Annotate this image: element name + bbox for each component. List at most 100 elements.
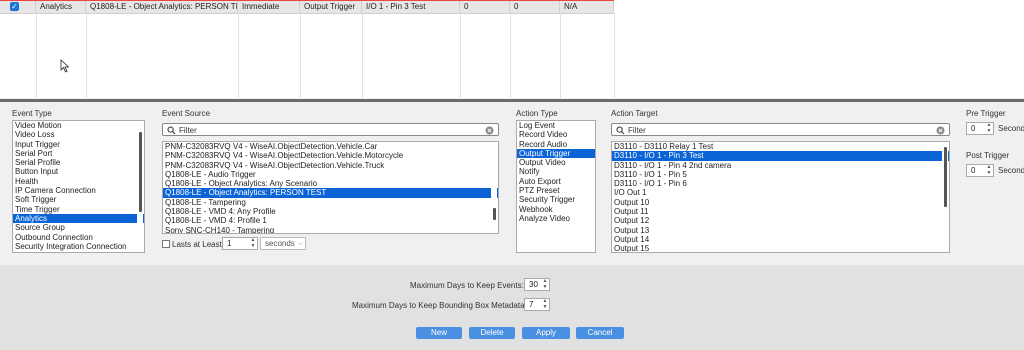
event-type-label: Event Type — [12, 109, 52, 118]
max-days-events-spinner[interactable]: 30 ▲ ▼ — [524, 278, 550, 291]
action-type-item[interactable]: PTZ Preset — [517, 186, 595, 195]
event-source-item[interactable]: PNM-C32083RVQ V4 - WiseAI.ObjectDetectio… — [163, 151, 498, 160]
event-source-item[interactable]: Q1808-LE - VMD 4: Profile 1 — [163, 216, 498, 225]
lasts-duration-spinner[interactable]: 1 ▲ ▼ — [222, 237, 258, 250]
event-type-item[interactable]: Security Integration Connection — [13, 242, 144, 251]
action-type-item[interactable]: Record Audio — [517, 140, 595, 149]
action-type-item[interactable]: Webhook — [517, 205, 595, 214]
lasts-at-least-label: Lasts at Least — [172, 240, 222, 249]
max-days-events-label: Maximum Days to Keep Events: — [410, 281, 524, 290]
action-target-item[interactable]: Output 12 — [612, 216, 949, 225]
apply-button[interactable]: Apply — [522, 327, 570, 339]
column-divider — [510, 13, 511, 98]
max-days-bbox-value: 7 — [529, 300, 534, 309]
table-row[interactable]: ✓ Analytics Q1808-LE - Object Analytics:… — [0, 0, 614, 14]
action-type-item[interactable]: Security Trigger — [517, 195, 595, 204]
action-target-item[interactable]: I/O Out 1 — [612, 188, 949, 197]
max-days-bbox-spinner[interactable]: 7 ▲ ▼ — [524, 298, 550, 311]
spinner-arrows-icon[interactable]: ▲ ▼ — [249, 237, 257, 249]
event-type-item[interactable]: IP Camera Connection — [13, 186, 144, 195]
event-type-item[interactable]: Video Loss — [13, 130, 144, 139]
event-type-item[interactable]: Button Input — [13, 167, 144, 176]
delete-button[interactable]: Delete — [469, 327, 515, 339]
event-source-item[interactable]: PNM-C32083RVQ V4 - WiseAI.ObjectDetectio… — [163, 142, 498, 151]
column-divider — [300, 13, 301, 98]
event-type-scrollbar[interactable] — [137, 122, 143, 251]
action-target-item[interactable]: Output 13 — [612, 226, 949, 235]
post-trigger-label: Post Trigger — [966, 151, 1010, 160]
pre-trigger-value: 0 — [971, 124, 976, 133]
action-target-item[interactable]: D3110 - I/O 1 - Pin 3 Test — [612, 151, 949, 161]
clear-icon[interactable] — [936, 126, 945, 135]
filter-placeholder: Filter — [179, 126, 197, 135]
row-cell-extra: N/A — [560, 0, 614, 13]
cancel-button[interactable]: Cancel — [576, 327, 624, 339]
action-target-filter[interactable]: Filter — [611, 123, 950, 136]
action-type-item[interactable]: Analyze Video — [517, 214, 595, 223]
table-empty-area — [614, 0, 1024, 98]
spinner-arrows-icon[interactable]: ▲ ▼ — [985, 164, 993, 176]
event-source-filter[interactable]: Filter — [162, 123, 499, 136]
search-icon — [616, 126, 625, 135]
event-type-item[interactable]: Health — [13, 177, 144, 186]
event-type-item[interactable]: Time Trigger — [13, 205, 144, 214]
lasts-duration-value: 1 — [227, 239, 232, 248]
action-target-list[interactable]: D3110 - D3110 Relay 1 Test D3110 - I/O 1 … — [611, 141, 950, 253]
event-type-list[interactable]: Video Motion Video Loss Input Trigger Seria… — [12, 120, 145, 253]
event-source-item[interactable]: Q1808-LE - Object Analytics: PERSON TEST — [163, 188, 498, 198]
event-source-item[interactable]: Q1808-LE - Audio Trigger — [163, 170, 498, 179]
action-type-item[interactable]: Record Video — [517, 130, 595, 139]
post-trigger-spinner[interactable]: 0 ▲ ▼ — [966, 164, 994, 177]
spinner-arrows-icon[interactable]: ▲ ▼ — [541, 278, 549, 290]
event-type-item[interactable]: Input Trigger — [13, 140, 144, 149]
post-trigger-value: 0 — [971, 166, 976, 175]
action-target-item[interactable]: Output 15 — [612, 244, 949, 252]
action-target-item[interactable]: D3110 - D3110 Relay 1 Test — [612, 142, 949, 151]
filter-placeholder: Filter — [628, 126, 646, 135]
event-source-scrollbar[interactable] — [491, 143, 497, 232]
column-divider — [36, 13, 37, 98]
new-button[interactable]: New — [416, 327, 462, 339]
lasts-unit-dropdown[interactable]: seconds ⌵ — [260, 237, 306, 250]
event-type-item[interactable]: Soft Trigger — [13, 195, 144, 204]
action-target-item[interactable]: Output 11 — [612, 207, 949, 216]
action-type-item[interactable]: Auto Export — [517, 177, 595, 186]
action-target-scrollbar[interactable] — [942, 143, 948, 251]
chevron-down-icon: ⌵ — [298, 241, 303, 247]
event-source-item[interactable]: PNM-C32083RVQ V4 - WiseAI.ObjectDetectio… — [163, 161, 498, 170]
column-divider — [614, 13, 615, 98]
spinner-arrows-icon[interactable]: ▲ ▼ — [541, 298, 549, 310]
event-source-label: Event Source — [162, 109, 211, 118]
action-type-list[interactable]: Log Event Record Video Record Audio Output … — [516, 120, 596, 253]
event-type-item[interactable]: Serial Profile — [13, 158, 144, 167]
action-type-item[interactable]: Notify — [517, 167, 595, 176]
row-cell-enabled — [0, 0, 36, 13]
event-source-list[interactable]: PNM-C32083RVQ V4 - WiseAI.ObjectDetectio… — [162, 141, 499, 234]
event-type-item[interactable]: Serial Port — [13, 149, 144, 158]
action-target-item[interactable]: D3110 - I/O 1 - Pin 5 — [612, 170, 949, 179]
action-target-item[interactable]: D3110 - I/O 1 - Pin 6 — [612, 179, 949, 188]
row-highlight-line — [0, 0, 614, 1]
event-source-item[interactable]: Sony SNC-CH140 - Tampering — [163, 226, 498, 233]
event-type-item[interactable]: Outbound Connection — [13, 233, 144, 242]
event-type-item[interactable]: Analytics — [13, 213, 144, 224]
action-target-label: Action Target — [611, 109, 658, 118]
action-target-item[interactable]: Output 10 — [612, 198, 949, 207]
event-type-item[interactable]: Video Motion — [13, 121, 144, 130]
event-source-item[interactable]: Q1808-LE - VMD 4: Any Profile — [163, 207, 498, 216]
spinner-arrows-icon[interactable]: ▲ ▼ — [985, 122, 993, 134]
splitter-bar[interactable] — [0, 99, 1024, 102]
action-type-item[interactable]: Output Video — [517, 158, 595, 167]
lasts-at-least-checkbox[interactable] — [162, 240, 170, 248]
event-source-item[interactable]: Q1808-LE - Object Analytics: Any Scenari… — [163, 179, 498, 188]
event-source-item[interactable]: Q1808-LE - Tampering — [163, 198, 498, 207]
event-type-item[interactable]: Source Group — [13, 223, 144, 232]
pre-trigger-spinner[interactable]: 0 ▲ ▼ — [966, 122, 994, 135]
clear-icon[interactable] — [485, 126, 494, 135]
action-type-item[interactable]: Log Event — [517, 121, 595, 130]
column-divider — [86, 13, 87, 98]
action-type-item[interactable]: Output Trigger — [517, 148, 595, 159]
action-target-item[interactable]: Output 14 — [612, 235, 949, 244]
pre-trigger-unit: Second — [998, 124, 1024, 133]
action-target-item[interactable]: D3110 - I/O 1 - Pin 4 2nd camera — [612, 161, 949, 170]
